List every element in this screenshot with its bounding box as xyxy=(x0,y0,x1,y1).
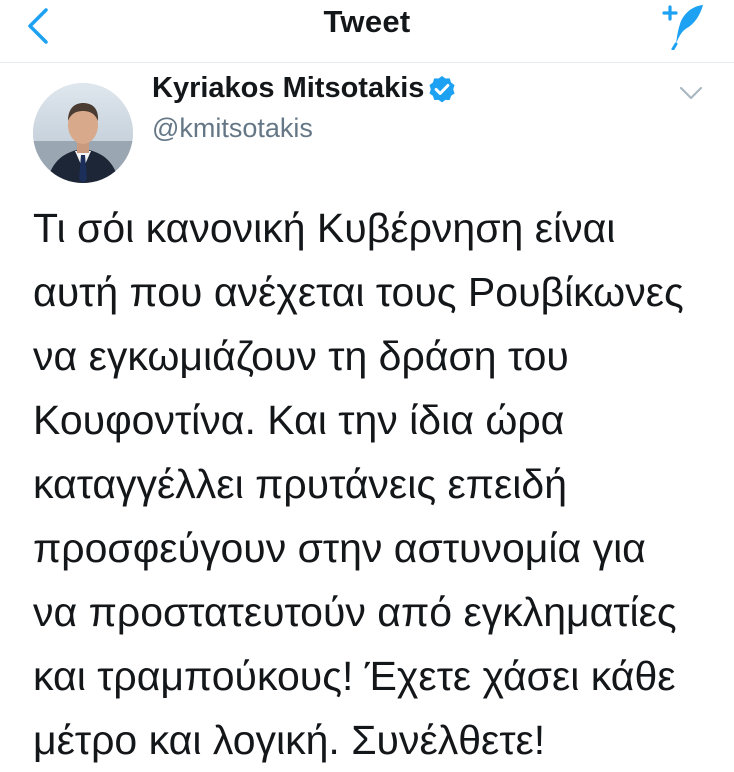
tweet-text-line: να προστατευτούν από εγκληματίες xyxy=(33,589,677,635)
tweet-text-line: προσφεύγουν στην αστυνομία για xyxy=(33,525,646,571)
author-handle[interactable]: @kmitsotakis xyxy=(152,113,313,144)
author-name[interactable]: Kyriakos Mitsotakis xyxy=(152,72,424,105)
tweet-text-line: καταγγέλλει πρυτάνεις επειδή xyxy=(33,461,568,507)
tweet-text-line: αυτή που ανέχεται τους Ρουβίκωνες xyxy=(33,269,684,315)
tweet-options-button[interactable] xyxy=(678,84,704,102)
compose-tweet-icon xyxy=(662,5,703,51)
tweet-text-line: Κουφοντίνα. Και την ίδια ώρα xyxy=(33,397,565,443)
navigation-bar: Tweet xyxy=(0,0,734,63)
tweet-text-line: μέτρο και λογική. Συνέλθετε! xyxy=(33,717,546,763)
verified-badge-icon xyxy=(429,76,455,103)
tweet-text-line: και τραμπούκους! Έχετε χάσει κάθε xyxy=(33,653,676,699)
page-title: Tweet xyxy=(323,4,411,39)
tweet-text: Τι σόι κανονική Κυβέρνηση είναι αυτή που… xyxy=(33,196,723,772)
profile-photo xyxy=(33,83,133,183)
compose-tweet-button[interactable] xyxy=(656,0,708,51)
chevron-down-icon xyxy=(679,86,703,100)
tweet-text-line: να εγκωμιάζουν τη δράση του xyxy=(33,333,569,379)
avatar[interactable] xyxy=(33,83,133,183)
tweet-text-line: Τι σόι κανονική Κυβέρνηση είναι xyxy=(33,205,616,251)
